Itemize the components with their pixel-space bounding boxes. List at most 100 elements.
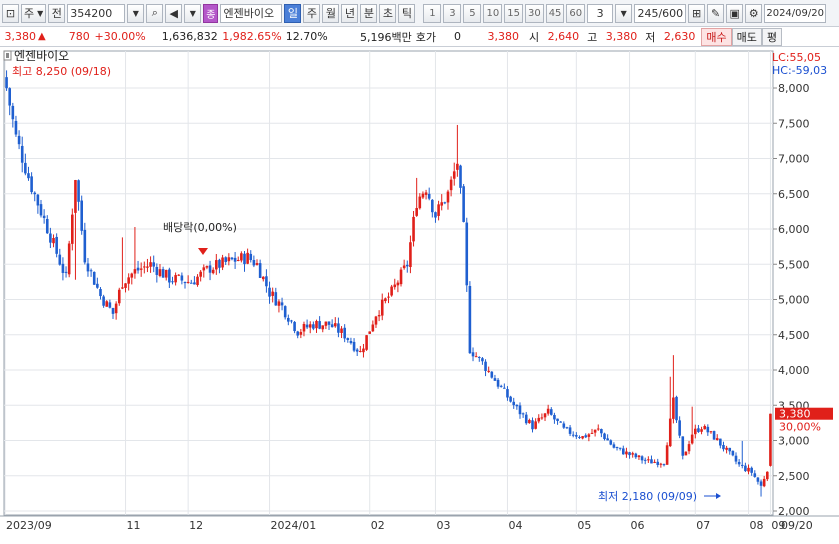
candle-body: [424, 192, 428, 195]
candle-body: [83, 229, 87, 263]
interval-30[interactable]: 30: [524, 3, 544, 23]
save-icon[interactable]: ▣: [726, 3, 744, 23]
high-label: 고: [587, 30, 598, 44]
draw-tool-icon[interactable]: ✎: [707, 3, 725, 23]
y-tick-label: 7,500: [778, 117, 810, 130]
candle-body: [164, 269, 168, 278]
candle-body: [637, 455, 641, 458]
candle-body: [531, 420, 534, 430]
period-tab-year[interactable]: 년: [341, 3, 359, 23]
candle-body: [459, 165, 462, 188]
candle-body: [587, 434, 591, 437]
candle-body: [640, 456, 644, 461]
data-count[interactable]: 245/600: [634, 3, 687, 23]
buy-button[interactable]: 매수: [701, 27, 732, 46]
code-dropdown-icon[interactable]: ▼: [127, 3, 145, 23]
stock-code-input[interactable]: 354200: [67, 3, 126, 23]
candle-body: [600, 429, 603, 434]
candle-body: [446, 191, 450, 203]
interval-45[interactable]: 45: [545, 3, 565, 23]
candle-body: [77, 180, 80, 202]
stock-name-field[interactable]: 엔젠바이오: [220, 3, 283, 23]
all-period-button[interactable]: 전: [48, 3, 66, 23]
market-select[interactable]: 주 ▼: [21, 3, 47, 23]
candle-body: [650, 459, 653, 464]
interval-3[interactable]: 3: [443, 3, 462, 23]
y-tick-label: 2,500: [778, 470, 810, 483]
candle-body: [261, 276, 265, 280]
candlestick-chart[interactable]: 엔젠바이오 최고 8,250 (09/18) 배당락(0,00%) 최저 2,1…: [0, 48, 839, 541]
candle-body: [499, 385, 503, 387]
sound-icon[interactable]: ◀: [165, 3, 183, 23]
candle-body: [42, 215, 46, 219]
period-tab-second[interactable]: 초: [379, 3, 397, 23]
indicator-icon[interactable]: ⊞: [688, 3, 706, 23]
candle-body: [280, 302, 284, 306]
candle-body: [293, 321, 296, 332]
candle-body: [102, 296, 105, 306]
period-tab-tick[interactable]: 틱: [398, 3, 416, 23]
candle-body: [769, 413, 772, 466]
interval-dropdown-icon[interactable]: ▼: [615, 3, 633, 23]
layout-icon[interactable]: ⊡: [2, 3, 19, 23]
interval-15[interactable]: 15: [504, 3, 523, 23]
name-dropdown-icon[interactable]: ▼: [184, 3, 202, 23]
candle-body: [208, 265, 212, 273]
interval-5[interactable]: 5: [463, 3, 482, 23]
gear-icon[interactable]: ⚙: [745, 3, 763, 23]
candle-body: [703, 426, 706, 430]
candle-body: [274, 292, 278, 306]
candle-body: [74, 180, 77, 213]
lc-stat: LC:55,05: [772, 51, 821, 64]
candle-body: [277, 301, 281, 306]
candle-body: [133, 269, 137, 274]
last-pct-label: 30,00%: [779, 421, 821, 434]
candle-body: [390, 286, 393, 296]
candle-body: [634, 453, 638, 458]
candle-body: [302, 323, 306, 332]
candle-body: [734, 455, 738, 462]
candle-body: [333, 323, 337, 327]
candle-body: [380, 299, 384, 316]
candle-body: [221, 257, 224, 268]
x-tick-label: 06: [631, 519, 645, 532]
candle-body: [481, 358, 484, 362]
candle-body: [393, 284, 397, 288]
interval-1[interactable]: 1: [423, 3, 442, 23]
candle-body: [180, 275, 184, 281]
candle-body: [246, 252, 249, 264]
candle-body: [58, 254, 62, 265]
eval-button[interactable]: 평: [761, 27, 782, 46]
sell-button[interactable]: 매도: [731, 27, 762, 46]
chart-area[interactable]: 엔젠바이오 최고 8,250 (09/18) 배당락(0,00%) 최저 2,1…: [0, 48, 839, 541]
candle-body: [618, 447, 622, 449]
candle-body: [290, 320, 293, 322]
interval-60[interactable]: 60: [566, 3, 586, 23]
candle-body: [543, 413, 547, 418]
candle-body: [99, 289, 102, 297]
candle-body: [412, 216, 415, 242]
candle-body: [114, 303, 118, 314]
search-icon[interactable]: ⌕: [146, 3, 164, 23]
candle-body: [712, 431, 716, 440]
candle-body: [524, 414, 528, 424]
date-field[interactable]: 2024/09/20: [764, 3, 827, 23]
candle-body: [377, 315, 381, 317]
y-tick-label: 6,500: [778, 188, 810, 201]
period-tab-minute[interactable]: 분: [360, 3, 378, 23]
y-tick-label: 8,000: [778, 82, 810, 95]
candle-body: [49, 233, 52, 243]
candle-body: [233, 257, 237, 262]
candle-body: [186, 281, 190, 283]
interval-input[interactable]: 3: [587, 3, 614, 23]
period-tab-week[interactable]: 주: [303, 3, 321, 23]
candle-body: [36, 194, 40, 206]
candle-body: [161, 269, 165, 278]
candle-body: [512, 401, 516, 406]
candle-body: [737, 461, 741, 465]
candle-body: [678, 420, 681, 436]
interval-10[interactable]: 10: [483, 3, 503, 23]
period-tab-month[interactable]: 월: [322, 3, 340, 23]
period-tab-day[interactable]: 일: [284, 3, 302, 23]
candle-body: [315, 320, 318, 329]
